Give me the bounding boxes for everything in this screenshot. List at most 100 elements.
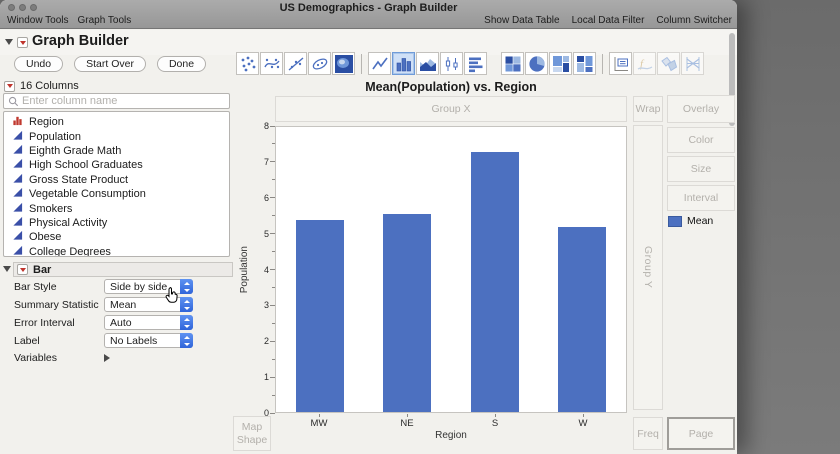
pie-chart-icon[interactable] <box>525 52 548 75</box>
bar-panel-collapse-icon[interactable] <box>3 266 11 272</box>
property-label: Summary Statistic <box>14 298 99 311</box>
dropdown-value: Auto <box>110 316 132 329</box>
treemap-icon[interactable] <box>549 52 572 75</box>
column-item-region[interactable]: Region <box>4 115 229 129</box>
bar-properties: Bar Style Side by side Summary Statistic Me… <box>14 279 233 351</box>
x-tick-w: W <box>539 414 627 429</box>
dropzone-group-x[interactable]: Group X <box>275 96 627 122</box>
legend-swatch <box>668 215 682 227</box>
bar-red-triangle-icon[interactable] <box>17 264 28 275</box>
label-dropdown[interactable]: No Labels <box>104 333 193 348</box>
column-item-college-degrees[interactable]: College Degrees <box>4 245 229 256</box>
column-label: Gross State Product <box>29 173 129 186</box>
menu-graph-tools[interactable]: Graph Tools <box>78 15 132 26</box>
bar-chart-icon[interactable] <box>392 52 415 75</box>
continuous-column-icon <box>12 202 23 216</box>
column-item-high-school-graduates[interactable]: High School Graduates <box>4 158 229 172</box>
report-title: Graph Builder <box>32 33 129 49</box>
show-data-table-button[interactable]: Show Data Table <box>484 15 559 26</box>
menu-bar: Window Tools Graph Tools <box>7 15 131 26</box>
heatmap-icon[interactable] <box>501 52 524 75</box>
y-tick-label: 8 <box>263 121 269 131</box>
window-title: US Demographics - Graph Builder <box>279 2 458 14</box>
bar-style-dropdown[interactable]: Side by side <box>104 279 193 294</box>
column-list[interactable]: Region Population Eighth Grade Math High Sc… <box>3 111 230 257</box>
column-item-population[interactable]: Population <box>4 129 229 143</box>
bars-container <box>276 127 626 412</box>
legend: Mean <box>668 215 713 227</box>
dropzone-wrap[interactable]: Wrap <box>633 96 663 122</box>
caption-box-icon[interactable] <box>609 52 632 75</box>
smoother-icon[interactable] <box>260 52 283 75</box>
line-chart-icon[interactable] <box>368 52 391 75</box>
bar-horizontal-icon[interactable] <box>464 52 487 75</box>
contour-icon[interactable] <box>332 52 355 75</box>
area-chart-icon[interactable] <box>416 52 439 75</box>
dropdown-stepper-icon[interactable] <box>180 315 193 330</box>
property-row-label: Label No Labels <box>14 333 233 348</box>
undo-button[interactable]: Undo <box>14 56 64 72</box>
dropzone-map-shape[interactable]: Map Shape <box>233 416 271 451</box>
red-triangle-menu-icon[interactable] <box>17 37 28 48</box>
error-interval-dropdown[interactable]: Auto <box>104 315 193 330</box>
dropzone-overlay[interactable]: Overlay <box>667 95 735 123</box>
bar-panel-header: Bar <box>13 262 233 277</box>
x-tick-mark <box>582 414 584 417</box>
legend-label: Mean <box>687 215 714 227</box>
box-plot-icon[interactable] <box>440 52 463 75</box>
search-icon <box>8 96 19 106</box>
parallel-plot-icon[interactable] <box>681 52 704 75</box>
column-item-obese[interactable]: Obese <box>4 230 229 244</box>
x-tick-mw: MW <box>275 414 363 429</box>
local-data-filter-button[interactable]: Local Data Filter <box>572 15 645 26</box>
columns-red-triangle-icon[interactable] <box>4 80 15 92</box>
menu-window-tools[interactable]: Window Tools <box>7 15 69 26</box>
collapse-triangle-icon[interactable] <box>5 39 13 45</box>
bar-slot-mw <box>276 127 364 412</box>
x-axis: MW NE S W <box>275 414 627 429</box>
column-switcher-button[interactable]: Column Switcher <box>656 15 732 26</box>
dropzone-interval[interactable]: Interval <box>667 185 735 211</box>
y-tick-label: 2 <box>263 336 269 347</box>
dropzone-size[interactable]: Size <box>667 156 735 182</box>
dropzone-freq[interactable]: Freq <box>633 417 663 450</box>
variables-expand-icon[interactable] <box>104 354 110 362</box>
dropdown-stepper-icon[interactable] <box>180 279 193 294</box>
titlebar: US Demographics - Graph Builder Window T… <box>0 0 737 29</box>
x-tick-mark <box>406 414 408 417</box>
bar-s[interactable] <box>470 151 519 412</box>
column-label: Population <box>29 130 81 143</box>
start-over-button[interactable]: Start Over <box>74 56 146 72</box>
line-of-fit-icon[interactable] <box>284 52 307 75</box>
plot-area[interactable] <box>275 126 627 413</box>
bar-w[interactable] <box>558 226 607 412</box>
bar-slot-w <box>539 127 627 412</box>
x-tick-label: S <box>491 418 499 429</box>
dropdown-stepper-icon[interactable] <box>180 333 193 348</box>
ellipse-icon[interactable] <box>308 52 331 75</box>
column-item-eighth-grade-math[interactable]: Eighth Grade Math <box>4 144 229 158</box>
mosaic-icon[interactable] <box>573 52 596 75</box>
column-label: Smokers <box>29 202 73 215</box>
column-item-vegetable-consumption[interactable]: Vegetable Consumption <box>4 187 229 201</box>
formula-icon[interactable]: f <box>633 52 656 75</box>
scatter-icon[interactable] <box>236 52 259 75</box>
bar-ne[interactable] <box>383 214 432 412</box>
dropdown-stepper-icon[interactable] <box>180 297 193 312</box>
x-tick-label: MW <box>310 418 328 429</box>
done-button[interactable]: Done <box>156 56 207 72</box>
dropzone-page[interactable]: Page <box>667 417 735 450</box>
map-shapes-icon[interactable] <box>657 52 680 75</box>
column-item-smokers[interactable]: Smokers <box>4 201 229 215</box>
column-search[interactable] <box>3 93 230 109</box>
app-window: US Demographics - Graph Builder Window T… <box>0 0 737 454</box>
column-item-gross-state-product[interactable]: Gross State Product <box>4 173 229 187</box>
column-search-input[interactable] <box>22 95 225 107</box>
dropzone-group-y[interactable]: Group Y <box>633 125 663 410</box>
summary-statistic-dropdown[interactable]: Mean <box>104 297 193 312</box>
dropzone-color[interactable]: Color <box>667 127 735 153</box>
element-toolbar: f <box>236 52 704 75</box>
column-item-physical-activity[interactable]: Physical Activity <box>4 216 229 230</box>
bar-mw[interactable] <box>295 219 344 412</box>
continuous-column-icon <box>12 158 23 172</box>
